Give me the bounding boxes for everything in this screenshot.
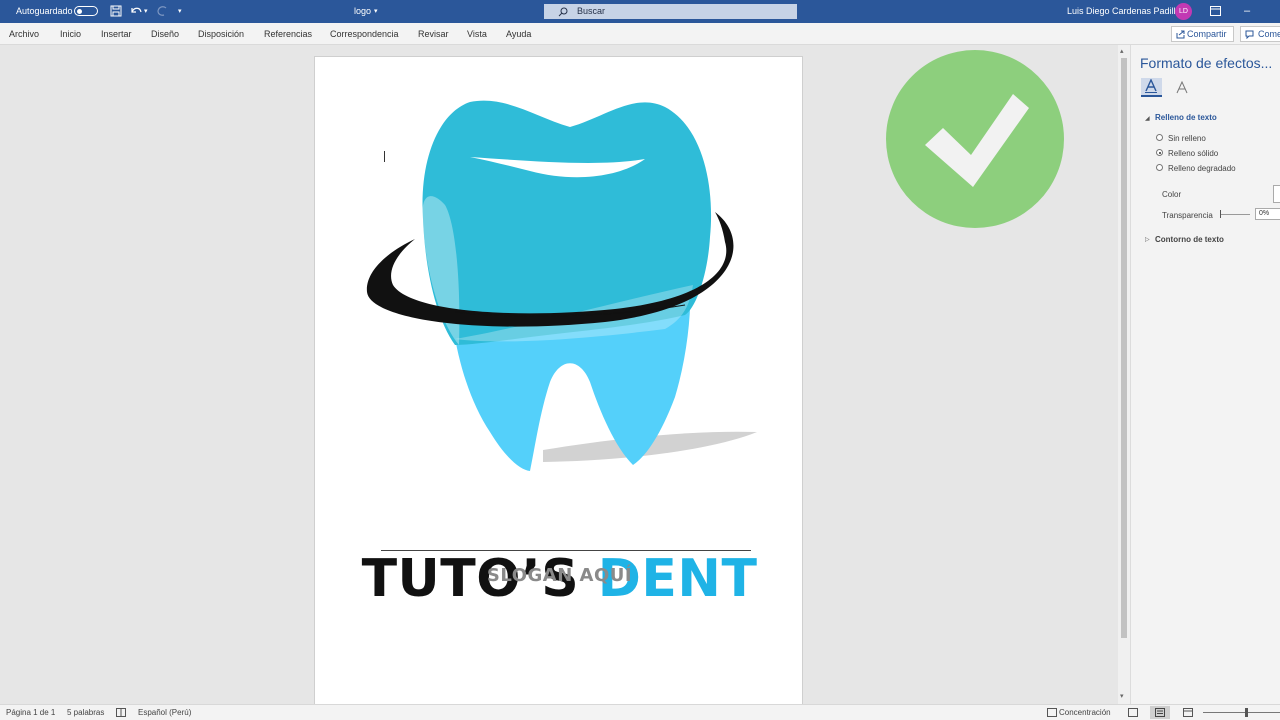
page-indicator[interactable]: Página 1 de 1	[6, 705, 55, 720]
tab-referencias[interactable]: Referencias	[264, 23, 312, 45]
share-icon	[1176, 30, 1185, 39]
language-indicator[interactable]: Español (Perú)	[138, 705, 191, 720]
print-layout-button[interactable]	[1150, 706, 1170, 719]
radio-relleno-degradado[interactable]	[1156, 164, 1163, 171]
zoom-slider-thumb[interactable]	[1245, 708, 1248, 717]
ribbon-display-options-icon[interactable]	[1210, 6, 1221, 16]
comments-button[interactable]: Come	[1240, 26, 1280, 42]
document-name[interactable]: logo	[354, 0, 371, 23]
share-label: Compartir	[1187, 29, 1227, 39]
title-bar: Autoguardado ▾ ▾ logo ▾ Buscar Luis Dieg…	[0, 0, 1280, 23]
tab-diseno[interactable]: Diseño	[151, 23, 179, 45]
slogan-text[interactable]: SLOGAN AQUÍ	[315, 565, 802, 586]
web-layout-icon[interactable]	[1183, 708, 1193, 717]
section-fill-expand-icon[interactable]: ◢	[1145, 115, 1150, 122]
transparency-slider[interactable]	[1220, 214, 1250, 215]
tab-vista[interactable]: Vista	[467, 23, 487, 45]
word-count[interactable]: 5 palabras	[67, 705, 104, 720]
radio-relleno-solido-label: Relleno sólido	[1168, 149, 1219, 158]
print-layout-icon	[1155, 708, 1165, 717]
document-page[interactable]: TUTO’S DENT SLOGAN AQUÍ	[314, 56, 803, 706]
tab-archivo[interactable]: Archivo	[9, 23, 39, 45]
read-mode-icon[interactable]	[1128, 708, 1138, 717]
section-outline-heading[interactable]: Contorno de texto	[1155, 235, 1224, 244]
text-fill-tab[interactable]	[1141, 78, 1162, 97]
tab-revisar[interactable]: Revisar	[418, 23, 449, 45]
autosave-label: Autoguardado	[16, 6, 73, 16]
focus-mode-icon	[1047, 708, 1057, 717]
transparency-slider-thumb[interactable]	[1220, 210, 1221, 218]
proofing-icon[interactable]	[116, 708, 126, 717]
focus-mode-button[interactable]: Concentración	[1059, 705, 1111, 720]
transparency-input[interactable]: 0%	[1255, 208, 1280, 220]
save-icon[interactable]	[110, 5, 122, 17]
tab-correspondencia[interactable]: Correspondencia	[330, 23, 399, 45]
zoom-slider[interactable]	[1203, 712, 1280, 713]
user-name[interactable]: Luis Diego Cardenas Padilla	[1067, 0, 1181, 23]
tooth-logo-icon[interactable]	[315, 57, 803, 547]
brand-underline	[381, 550, 751, 551]
menu-bar: Archivo Inicio Insertar Diseño Disposici…	[0, 23, 1280, 45]
autosave-toggle[interactable]	[74, 6, 98, 16]
customize-toolbar-icon[interactable]: ▾	[178, 0, 182, 23]
redo-icon[interactable]	[155, 5, 169, 17]
search-box[interactable]: Buscar	[544, 4, 797, 19]
section-outline-expand-icon[interactable]: ▷	[1145, 236, 1150, 243]
search-placeholder: Buscar	[577, 6, 606, 16]
text-fill-icon	[1145, 79, 1157, 93]
search-icon	[558, 7, 568, 17]
radio-sin-relleno[interactable]	[1156, 134, 1163, 141]
transparency-label: Transparencia	[1162, 211, 1213, 220]
comments-label: Come	[1258, 29, 1280, 39]
status-bar: Página 1 de 1 5 palabras Español (Perú) …	[0, 704, 1280, 720]
minimize-icon[interactable]: –	[1244, 0, 1250, 23]
undo-dropdown-icon[interactable]: ▾	[144, 0, 148, 23]
format-effects-pane: Formato de efectos... ◢ Relleno de texto…	[1130, 45, 1280, 705]
color-label: Color	[1162, 190, 1182, 199]
radio-relleno-solido[interactable]	[1156, 149, 1163, 156]
text-effects-icon[interactable]	[1175, 81, 1189, 95]
checkmark-icon	[886, 50, 1064, 228]
radio-sin-relleno-label: Sin relleno	[1168, 134, 1206, 143]
avatar[interactable]: LD	[1175, 3, 1192, 20]
section-fill-heading[interactable]: Relleno de texto	[1155, 113, 1217, 122]
comment-icon	[1245, 30, 1254, 39]
tab-ayuda[interactable]: Ayuda	[506, 23, 531, 45]
scroll-down-icon[interactable]: ▾	[1120, 692, 1124, 700]
radio-relleno-degradado-label: Relleno degradado	[1168, 164, 1236, 173]
color-picker-button[interactable]	[1273, 185, 1280, 203]
undo-icon[interactable]	[129, 5, 143, 17]
document-name-chevron-icon[interactable]: ▾	[374, 0, 378, 23]
vertical-scroll-thumb[interactable]	[1121, 58, 1127, 638]
tab-insertar[interactable]: Insertar	[101, 23, 132, 45]
tab-inicio[interactable]: Inicio	[60, 23, 81, 45]
scroll-up-icon[interactable]: ▴	[1120, 47, 1124, 55]
share-button[interactable]: Compartir	[1171, 26, 1234, 42]
pane-title: Formato de efectos...	[1140, 55, 1273, 71]
tab-disposicion[interactable]: Disposición	[198, 23, 244, 45]
